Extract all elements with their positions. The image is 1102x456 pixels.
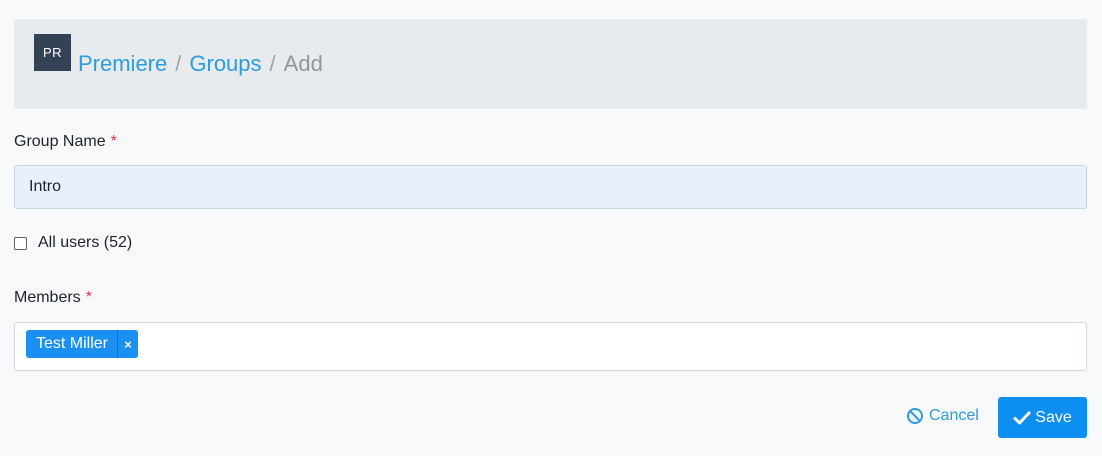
required-marker: *: [110, 133, 117, 150]
all-users-checkbox[interactable]: [14, 236, 27, 250]
save-button[interactable]: Save: [998, 397, 1087, 438]
members-label-text: Members: [14, 289, 81, 306]
all-users-option[interactable]: All users (52): [14, 233, 132, 253]
breadcrumb-header: PR Premiere / Groups / Add: [14, 19, 1087, 109]
members-label: Members *: [14, 289, 92, 307]
breadcrumb-separator: /: [175, 51, 182, 76]
ban-icon: [907, 408, 923, 424]
remove-member-button[interactable]: ×: [117, 330, 138, 358]
save-button-label[interactable]: Save: [1035, 409, 1071, 427]
group-name-input[interactable]: [14, 165, 1087, 209]
add-group-page: PR Premiere/Groups/Add Group Name* All u…: [0, 0, 1102, 456]
breadcrumb-item-add: Add: [283, 51, 323, 76]
breadcrumb: Premiere / Groups / Add: [78, 51, 323, 77]
cancel-button[interactable]: Cancel: [906, 403, 979, 429]
breadcrumb-separator: /: [269, 51, 276, 76]
required-marker: *: [85, 289, 92, 306]
members-select[interactable]: Test Miller ×: [14, 322, 1087, 371]
breadcrumb-item-groups[interactable]: Groups: [189, 51, 261, 76]
breadcrumb-item-premiere[interactable]: Premiere: [78, 51, 167, 76]
group-name-label: Group Name *: [14, 133, 117, 151]
member-tag-label: Test Miller: [36, 335, 109, 352]
group-name-label-text: Group Name: [14, 133, 106, 150]
avatar[interactable]: PR: [34, 34, 71, 71]
cancel-button-label[interactable]: Cancel: [929, 407, 979, 425]
check-icon: [1013, 411, 1031, 424]
member-tag: Test Miller ×: [26, 330, 139, 358]
all-users-label[interactable]: All users (52): [38, 234, 132, 252]
